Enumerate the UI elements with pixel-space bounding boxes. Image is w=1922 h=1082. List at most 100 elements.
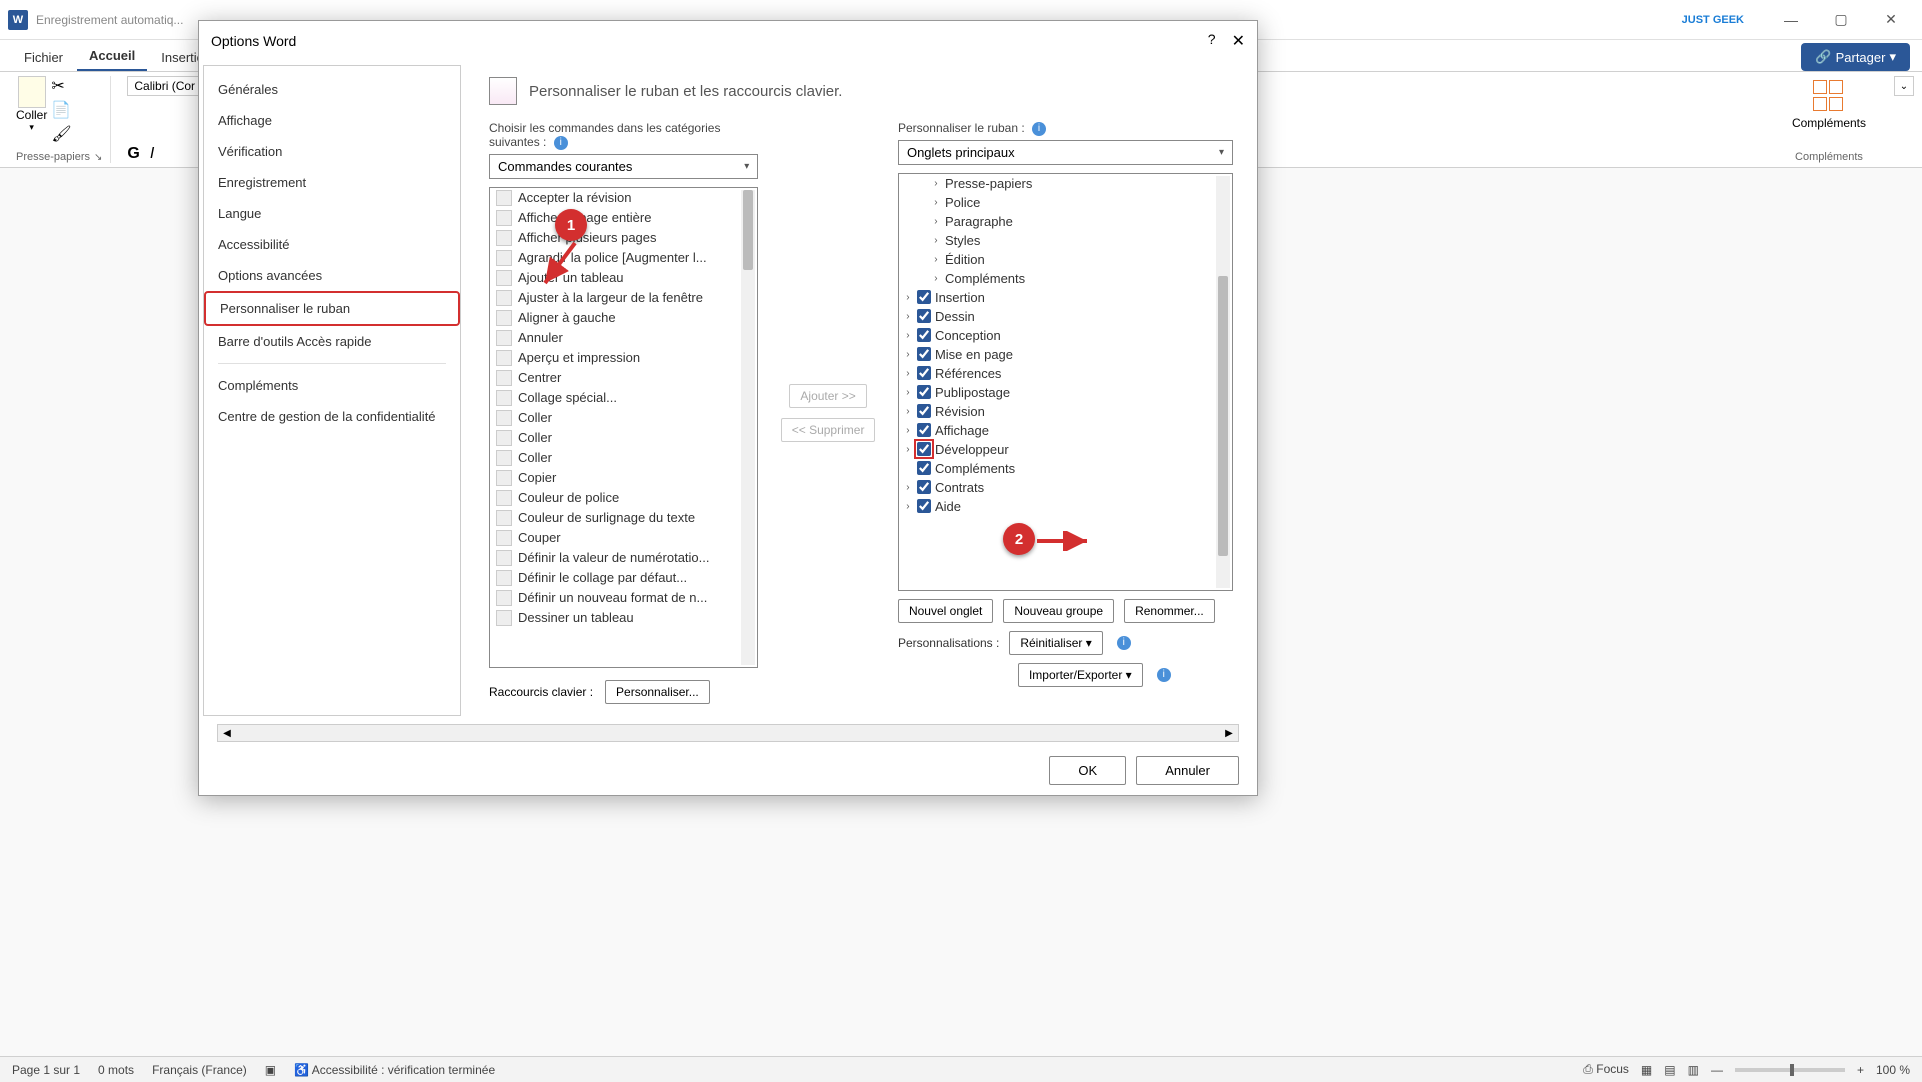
share-button[interactable]: 🔗 Partager ▾ [1801, 43, 1910, 71]
tab-checkbox[interactable] [917, 404, 931, 418]
command-item[interactable]: Couper [490, 528, 757, 548]
tree-tab[interactable]: ›Aide [899, 497, 1232, 516]
word-count[interactable]: 0 mots [98, 1063, 134, 1077]
tab-checkbox[interactable] [917, 385, 931, 399]
reset-button[interactable]: Réinitialiser ▾ [1009, 631, 1102, 655]
addins-button[interactable]: Compléments [1776, 76, 1882, 134]
tab-checkbox[interactable] [917, 442, 931, 456]
nav-language[interactable]: Langue [204, 198, 460, 229]
cancel-button[interactable]: Annuler [1136, 756, 1239, 785]
nav-qat[interactable]: Barre d'outils Accès rapide [204, 326, 460, 357]
tab-checkbox[interactable] [917, 309, 931, 323]
ribbon-scope-dropdown[interactable]: Onglets principaux ▾ [898, 140, 1233, 165]
tree-tab[interactable]: ›Publipostage [899, 383, 1232, 402]
ribbon-expand-button[interactable]: ⌄ [1894, 76, 1914, 96]
maximize-button[interactable]: ▢ [1818, 4, 1864, 36]
tree-tab[interactable]: ›Références [899, 364, 1232, 383]
tree-tab[interactable]: ›Dessin [899, 307, 1232, 326]
tab-checkbox[interactable] [917, 499, 931, 513]
command-item[interactable]: Aperçu et impression [490, 348, 757, 368]
rename-button[interactable]: Renommer... [1124, 599, 1215, 623]
command-item[interactable]: Coller▸ [490, 408, 757, 428]
command-item[interactable]: Coller [490, 428, 757, 448]
chevron-down-icon[interactable]: ▾ [29, 122, 34, 133]
command-item[interactable]: Annuler▸ [490, 328, 757, 348]
remove-button[interactable]: << Supprimer [781, 418, 876, 442]
zoom-level[interactable]: 100 % [1876, 1063, 1910, 1077]
new-tab-button[interactable]: Nouvel onglet [898, 599, 993, 623]
tab-checkbox[interactable] [917, 347, 931, 361]
command-item[interactable]: Aligner à gauche [490, 308, 757, 328]
focus-mode[interactable]: ⎙ Focus [1583, 1062, 1629, 1077]
copy-icon[interactable]: 📄 [51, 100, 71, 120]
horizontal-scrollbar[interactable]: ◀▶ [217, 724, 1239, 742]
nav-display[interactable]: Affichage [204, 105, 460, 136]
tab-home[interactable]: Accueil [77, 42, 147, 71]
tree-tab[interactable]: ›Mise en page [899, 345, 1232, 364]
tree-group[interactable]: ›Paragraphe [899, 212, 1232, 231]
info-icon[interactable]: i [554, 136, 568, 150]
zoom-slider[interactable] [1735, 1068, 1845, 1072]
info-icon[interactable]: i [1117, 636, 1131, 650]
tab-checkbox[interactable] [917, 290, 931, 304]
tree-tab[interactable]: ›Insertion [899, 288, 1232, 307]
ok-button[interactable]: OK [1049, 756, 1126, 785]
command-item[interactable]: Ajuster à la largeur de la fenêtre [490, 288, 757, 308]
command-item[interactable]: Définir le collage par défaut... [490, 568, 757, 588]
page-status[interactable]: Page 1 sur 1 [12, 1063, 80, 1077]
command-item[interactable]: Couleur de surlignage du texte▸ [490, 508, 757, 528]
tab-file[interactable]: Fichier [12, 44, 75, 71]
command-item[interactable]: Dessiner un tableau [490, 608, 757, 628]
nav-addins[interactable]: Compléments [204, 370, 460, 401]
command-item[interactable]: Définir la valeur de numérotatio... [490, 548, 757, 568]
zoom-in[interactable]: + [1857, 1063, 1864, 1077]
bold-button[interactable]: G [127, 145, 139, 163]
customize-shortcuts-button[interactable]: Personnaliser... [605, 680, 710, 704]
accessibility-status[interactable]: ♿ Accessibilité : vérification terminée [294, 1063, 495, 1077]
language-status[interactable]: Français (France) [152, 1063, 247, 1077]
tab-checkbox[interactable] [917, 480, 931, 494]
tab-checkbox[interactable] [917, 328, 931, 342]
commands-listbox[interactable]: Accepter la révisionAfficher la page ent… [489, 187, 758, 668]
view-web[interactable]: ▥ [1688, 1063, 1699, 1077]
minimize-button[interactable]: — [1768, 4, 1814, 36]
tree-tab[interactable]: ›Révision [899, 402, 1232, 421]
tab-checkbox[interactable] [917, 423, 931, 437]
close-dialog-button[interactable]: ✕ [1232, 31, 1245, 51]
command-item[interactable]: Accepter la révision [490, 188, 757, 208]
nav-proofing[interactable]: Vérification [204, 136, 460, 167]
command-item[interactable]: Centrer [490, 368, 757, 388]
scrollbar[interactable] [1216, 176, 1230, 588]
tree-group[interactable]: ›Compléments [899, 269, 1232, 288]
zoom-out[interactable]: — [1711, 1063, 1723, 1077]
nav-general[interactable]: Générales [204, 74, 460, 105]
command-item[interactable]: Copier [490, 468, 757, 488]
nav-save[interactable]: Enregistrement [204, 167, 460, 198]
tree-tab[interactable]: ›Développeur [899, 440, 1232, 459]
command-item[interactable]: Afficher la page entière [490, 208, 757, 228]
tree-group[interactable]: ›Police [899, 193, 1232, 212]
info-icon[interactable]: i [1032, 122, 1046, 136]
tree-tab[interactable]: ›Affichage [899, 421, 1232, 440]
nav-accessibility[interactable]: Accessibilité [204, 229, 460, 260]
tree-tab[interactable]: ›Contrats [899, 478, 1232, 497]
scrollbar[interactable] [741, 190, 755, 665]
tab-checkbox[interactable] [917, 461, 931, 475]
command-item[interactable]: Afficher plusieurs pages [490, 228, 757, 248]
add-button[interactable]: Ajouter >> [789, 384, 866, 408]
format-painter-icon[interactable]: 🖌 [51, 124, 71, 144]
nav-customize-ribbon[interactable]: Personnaliser le ruban [204, 291, 460, 326]
macro-icon[interactable]: ▣ [265, 1063, 276, 1077]
command-item[interactable]: Ajouter un tableau▸ [490, 268, 757, 288]
tree-group[interactable]: ›Édition [899, 250, 1232, 269]
close-window-button[interactable]: ✕ [1868, 4, 1914, 36]
help-button[interactable]: ? [1208, 31, 1216, 51]
nav-trust-center[interactable]: Centre de gestion de la confidentialité [204, 401, 460, 432]
tab-checkbox[interactable] [917, 366, 931, 380]
nav-advanced[interactable]: Options avancées [204, 260, 460, 291]
command-item[interactable]: Coller▸ [490, 448, 757, 468]
dialog-launcher-icon[interactable]: ↘ [94, 152, 102, 163]
italic-button[interactable]: I [150, 145, 154, 163]
tree-tab[interactable]: Compléments [899, 459, 1232, 478]
import-export-button[interactable]: Importer/Exporter ▾ [1018, 663, 1143, 687]
